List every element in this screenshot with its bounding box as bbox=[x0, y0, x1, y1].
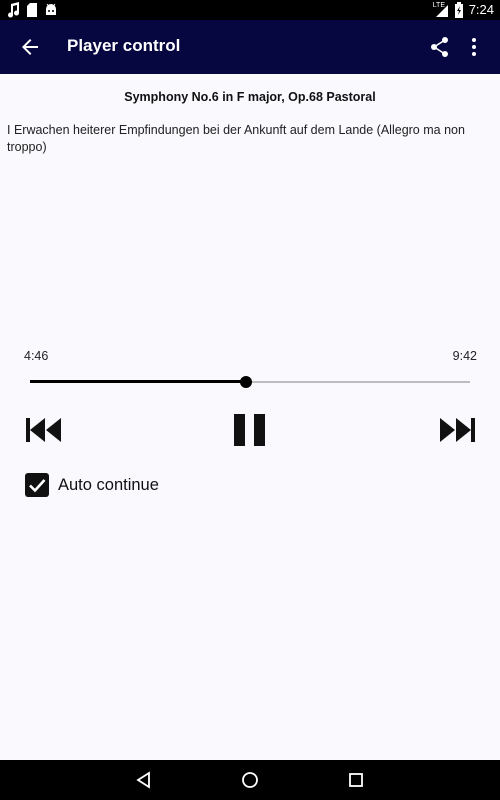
movement-title: I Erwachen heiterer Empfindungen bei der… bbox=[7, 123, 465, 154]
share-button[interactable] bbox=[430, 36, 450, 58]
nav-back-button[interactable] bbox=[134, 770, 154, 790]
skip-next-icon bbox=[440, 418, 475, 442]
track-title: Symphony No.6 in F major, Op.68 Pastoral bbox=[124, 90, 376, 104]
app-bar: Player control bbox=[0, 20, 500, 74]
sd-card-icon bbox=[26, 2, 38, 18]
more-options-button[interactable] bbox=[467, 36, 481, 58]
skip-previous-icon bbox=[26, 418, 61, 442]
status-right-icons: LTE 7:24 bbox=[433, 2, 494, 18]
status-left-icons bbox=[6, 2, 58, 18]
previous-button[interactable] bbox=[24, 416, 64, 444]
auto-continue-toggle[interactable]: Auto continue bbox=[25, 473, 159, 497]
back-button[interactable] bbox=[18, 35, 42, 59]
page-title: Player control bbox=[67, 36, 181, 55]
auto-continue-checkbox[interactable] bbox=[25, 473, 49, 497]
status-bar: LTE 7:24 bbox=[0, 0, 500, 20]
next-button[interactable] bbox=[437, 416, 477, 444]
total-time: 9:42 bbox=[452, 349, 477, 363]
elapsed-time: 4:46 bbox=[24, 349, 49, 363]
arrow-back-icon bbox=[22, 39, 38, 55]
pause-button[interactable] bbox=[232, 413, 268, 447]
seek-thumb[interactable] bbox=[240, 376, 253, 388]
android-icon bbox=[44, 2, 58, 18]
seek-bar[interactable] bbox=[30, 372, 470, 392]
nav-home-button[interactable] bbox=[240, 770, 260, 790]
network-type-label: LTE bbox=[432, 2, 446, 9]
home-circle-icon bbox=[242, 772, 258, 788]
system-nav-bar bbox=[0, 760, 500, 800]
signal-icon: LTE bbox=[433, 2, 449, 18]
pause-icon bbox=[234, 414, 265, 446]
recents-square-icon bbox=[349, 773, 363, 787]
battery-icon bbox=[454, 2, 464, 18]
share-icon bbox=[431, 37, 448, 57]
back-triangle-icon bbox=[136, 771, 150, 789]
auto-continue-label: Auto continue bbox=[58, 475, 159, 494]
music-note-icon bbox=[6, 2, 20, 18]
nav-recents-button[interactable] bbox=[346, 770, 366, 790]
status-time: 7:24 bbox=[468, 2, 494, 17]
checkmark-icon bbox=[29, 479, 46, 493]
seek-progress bbox=[30, 380, 247, 383]
more-vert-icon bbox=[472, 38, 476, 56]
